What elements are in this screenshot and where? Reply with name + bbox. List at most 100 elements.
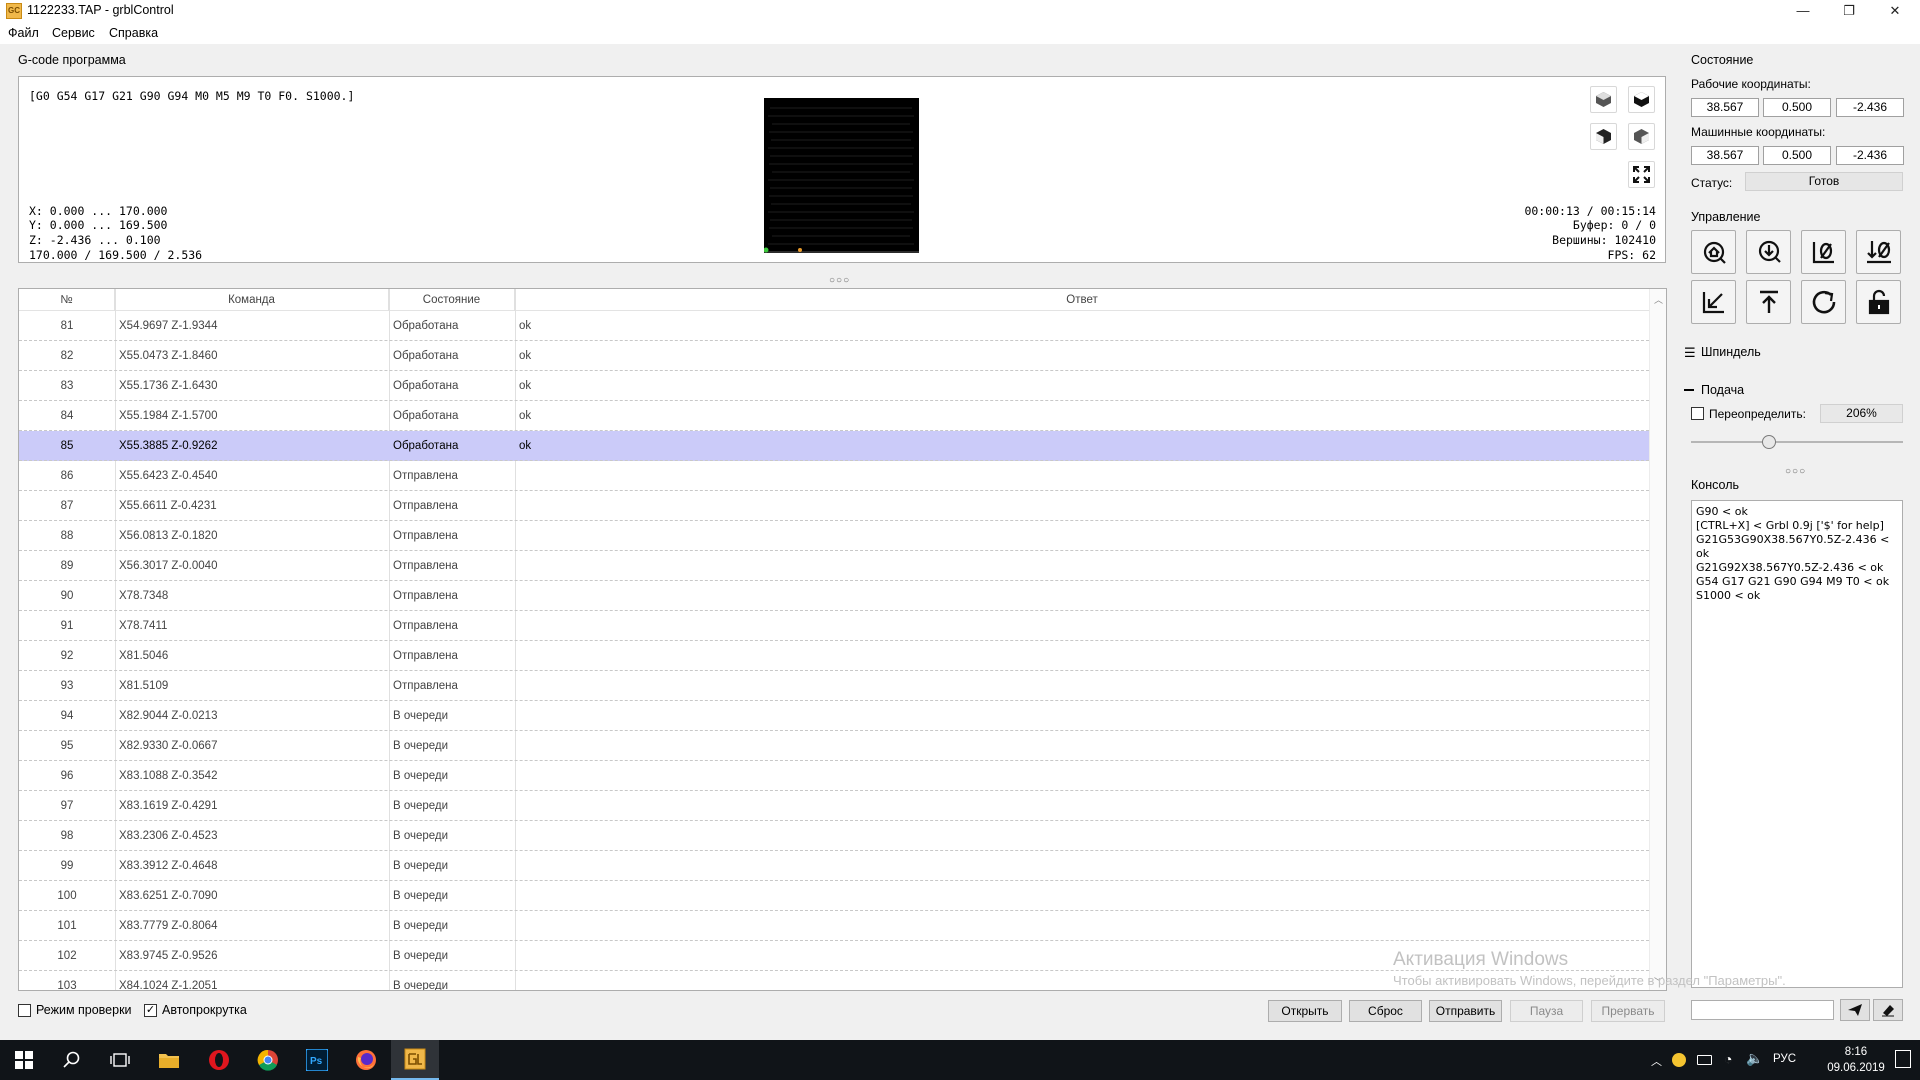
column-header-command[interactable]: Команда: [115, 289, 389, 311]
feed-override-label: Переопределить:: [1709, 407, 1806, 421]
table-row[interactable]: 101 X83.7779 Z-0.8064 В очереди: [19, 911, 1649, 941]
table-row[interactable]: 99 X83.3912 Z-0.4648 В очереди: [19, 851, 1649, 881]
maximize-button[interactable]: ❐: [1826, 0, 1872, 22]
cell-number: 81: [60, 320, 74, 332]
table-row[interactable]: 88 X56.0813 Z-0.1820 Отправлена: [19, 521, 1649, 551]
cell-answer: [519, 761, 819, 791]
table-row[interactable]: 93 X81.5109 Отправлена: [19, 671, 1649, 701]
volume-icon[interactable]: 🔈: [1746, 1050, 1763, 1067]
range-x: X: 0.000 ... 170.000: [29, 204, 168, 218]
column-header-number[interactable]: №: [19, 289, 115, 311]
autoscroll-label: Автопрокрутка: [162, 1003, 247, 1017]
taskbar-chrome[interactable]: [244, 1040, 292, 1080]
cell-answer: [519, 461, 819, 491]
splitter-handle[interactable]: ○○○: [829, 275, 850, 286]
feed-slider-track[interactable]: [1691, 441, 1903, 443]
notifications-icon[interactable]: [1895, 1050, 1911, 1068]
table-row[interactable]: 92 X81.5046 Отправлена: [19, 641, 1649, 671]
console-send-button[interactable]: [1840, 999, 1870, 1021]
send-button[interactable]: Отправить: [1429, 1000, 1502, 1022]
feed-override-checkbox[interactable]: [1691, 407, 1704, 420]
cell-answer: ok: [519, 440, 532, 452]
unlock-button[interactable]: [1856, 280, 1901, 324]
command-table[interactable]: № Команда Состояние Ответ 81 X54.9697 Z-1…: [18, 288, 1667, 991]
pause-button[interactable]: Пауза: [1510, 1000, 1583, 1022]
table-row[interactable]: 100 X83.6251 Z-0.7090 В очереди: [19, 881, 1649, 911]
feed-title[interactable]: Подача: [1701, 383, 1744, 397]
cell-command: X83.7779 Z-0.8064: [119, 920, 218, 932]
abort-button[interactable]: Прервать: [1591, 1000, 1665, 1022]
safe-position-button[interactable]: [1746, 280, 1791, 324]
start-button[interactable]: [0, 1040, 48, 1080]
menu-file[interactable]: Файл: [8, 26, 39, 40]
scroll-up-icon[interactable]: ︿: [1654, 293, 1663, 306]
console-input[interactable]: [1691, 1000, 1834, 1020]
battery-icon[interactable]: [1697, 1055, 1712, 1065]
tray-expand-icon[interactable]: ︿: [1651, 1053, 1662, 1069]
reset-button[interactable]: Сброс: [1349, 1000, 1422, 1022]
table-row[interactable]: 89 X56.3017 Z-0.0040 Отправлена: [19, 551, 1649, 581]
feed-collapse-icon[interactable]: [1684, 389, 1694, 391]
machine-x-value: 38.567: [1691, 146, 1759, 165]
console-output[interactable]: G90 < ok [CTRL+X] < Grbl 0.9j ['$' for h…: [1691, 500, 1903, 988]
check-mode-checkbox[interactable]: [18, 1004, 31, 1017]
restore-origin-button[interactable]: [1691, 280, 1736, 324]
table-row[interactable]: 97 X83.1619 Z-0.4291 В очереди: [19, 791, 1649, 821]
table-row[interactable]: 94 X82.9044 Z-0.0213 В очереди: [19, 701, 1649, 731]
search-button[interactable]: [48, 1040, 96, 1080]
gcode-state-line: [G0 G54 G17 G21 G90 G94 M0 M5 M9 T0 F0. …: [29, 89, 355, 103]
cell-command: X55.1984 Z-1.5700: [119, 410, 218, 422]
minimize-button[interactable]: —: [1780, 0, 1826, 22]
spindle-collapse-icon[interactable]: ☰: [1684, 345, 1696, 361]
wifi-icon[interactable]: ◔: [1724, 1051, 1732, 1067]
taskbar-opera[interactable]: [195, 1040, 243, 1080]
table-row[interactable]: 96 X83.1088 Z-0.3542 В очереди: [19, 761, 1649, 791]
taskbar-firefox[interactable]: [342, 1040, 390, 1080]
feed-override-value[interactable]: 206%: [1820, 404, 1903, 423]
clock[interactable]: 8:16 09.06.2019: [1826, 1044, 1886, 1076]
table-scrollbar[interactable]: ︿ ﹀: [1649, 289, 1666, 990]
view-left-button[interactable]: [1590, 123, 1617, 150]
cell-answer: ok: [519, 320, 532, 332]
soft-reset-button[interactable]: [1801, 280, 1846, 324]
console-splitter-handle[interactable]: ○○○: [1785, 466, 1806, 477]
home-button[interactable]: [1691, 230, 1736, 274]
table-row[interactable]: 95 X82.9330 Z-0.0667 В очереди: [19, 731, 1649, 761]
column-header-state[interactable]: Состояние: [389, 289, 515, 311]
table-row[interactable]: 84 X55.1984 Z-1.5700 Обработана ok: [19, 401, 1649, 431]
fit-view-button[interactable]: [1628, 161, 1655, 188]
table-row[interactable]: 91 X78.7411 Отправлена: [19, 611, 1649, 641]
console-clear-button[interactable]: [1873, 999, 1903, 1021]
column-header-answer[interactable]: Ответ: [515, 289, 1649, 311]
view-iso-button[interactable]: [1590, 86, 1617, 113]
open-button[interactable]: Открыть: [1268, 1000, 1342, 1022]
cell-command: X83.6251 Z-0.7090: [119, 890, 218, 902]
table-row[interactable]: 98 X83.2306 Z-0.4523 В очереди: [19, 821, 1649, 851]
taskbar-grblcontrol[interactable]: [391, 1040, 439, 1080]
feed-slider-thumb[interactable]: [1762, 435, 1777, 449]
view-front-button[interactable]: [1628, 123, 1655, 150]
view-top-button[interactable]: [1628, 86, 1655, 113]
table-row[interactable]: 83 X55.1736 Z-1.6430 Обработана ok: [19, 371, 1649, 401]
table-row[interactable]: 86 X55.6423 Z-0.4540 Отправлена: [19, 461, 1649, 491]
tray-app-icon[interactable]: [1672, 1053, 1686, 1067]
menu-help[interactable]: Справка: [109, 26, 158, 40]
taskbar-file-explorer[interactable]: [145, 1040, 193, 1080]
language-indicator[interactable]: РУС: [1773, 1053, 1796, 1065]
cell-state: Отправлена: [393, 530, 458, 542]
zero-z-button[interactable]: [1856, 230, 1901, 274]
cell-number: 101: [57, 920, 77, 932]
table-row[interactable]: 87 X55.6611 Z-0.4231 Отправлена: [19, 491, 1649, 521]
task-view-button[interactable]: [96, 1040, 144, 1080]
taskbar-photoshop[interactable]: Ps: [293, 1040, 341, 1080]
probe-button[interactable]: [1746, 230, 1791, 274]
autoscroll-checkbox[interactable]: ✓: [144, 1004, 157, 1017]
zero-xy-button[interactable]: [1801, 230, 1846, 274]
table-row[interactable]: 82 X55.0473 Z-1.8460 Обработана ok: [19, 341, 1649, 371]
spindle-title[interactable]: Шпиндель: [1701, 345, 1761, 359]
menu-service[interactable]: Сервис: [52, 26, 95, 40]
table-row[interactable]: 90 X78.7348 Отправлена: [19, 581, 1649, 611]
close-button[interactable]: ✕: [1872, 0, 1918, 22]
table-row[interactable]: 85 X55.3885 Z-0.9262 Обработана ok: [19, 431, 1649, 461]
table-row[interactable]: 81 X54.9697 Z-1.9344 Обработана ok: [19, 311, 1649, 341]
